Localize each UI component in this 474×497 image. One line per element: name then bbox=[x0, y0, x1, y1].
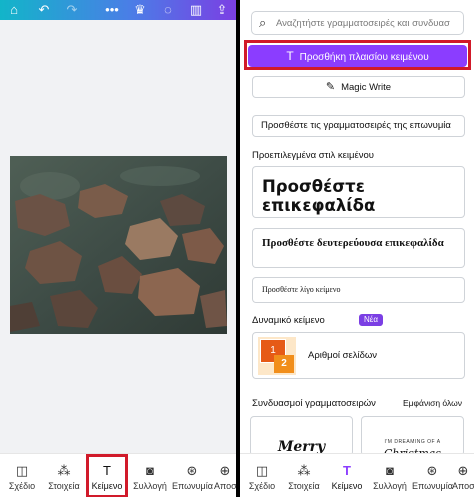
camera-icon: ◙ bbox=[386, 463, 394, 478]
font-search-box[interactable]: ⌕ bbox=[251, 11, 464, 35]
text-icon: T bbox=[103, 463, 111, 478]
right-bottom-nav: ◫ Σχέδιο ⁂ Στοιχεία T Κείμενο ◙ Συλλογή … bbox=[240, 453, 474, 497]
apps-icon: ⊕ bbox=[219, 463, 231, 478]
font-search-input[interactable] bbox=[276, 15, 461, 31]
nav-gallery[interactable]: ◙ Συλλογή bbox=[370, 454, 410, 497]
page-numbers-card[interactable]: 1 2 Αριθμοί σελίδων bbox=[252, 332, 465, 379]
redo-icon[interactable]: ↷ bbox=[64, 2, 80, 18]
chart-icon[interactable]: ▥ bbox=[188, 2, 204, 18]
brand-icon: ⊛ bbox=[186, 463, 198, 478]
elements-icon: ⁂ bbox=[297, 463, 311, 478]
nav-elements[interactable]: ⁂ Στοιχεία bbox=[44, 454, 84, 497]
nav-apps[interactable]: ⊕ Αποστ bbox=[452, 454, 474, 497]
nav-design[interactable]: ◫ Σχέδιο bbox=[2, 454, 42, 497]
left-bottom-nav: ◫ Σχέδιο ⁂ Στοιχεία T Κείμενο ◙ Συλλογή … bbox=[0, 453, 236, 497]
nav-brand[interactable]: ⊛ Επωνυμία bbox=[412, 454, 453, 497]
page-numbers-label: Αριθμοί σελίδων bbox=[308, 350, 378, 361]
font-combos-title: Συνδυασμοί γραμματοσειρών bbox=[252, 398, 376, 409]
nav-text[interactable]: T Κείμενο bbox=[86, 454, 128, 497]
editor-toolbar: ⌂ ↶ ↷ ••• ♛ ◌ ▥ ⇪ bbox=[0, 0, 236, 20]
body-style-card[interactable]: Προσθέστε λίγο κείμενο bbox=[252, 277, 465, 303]
combo-small-text: I'M DREAMING OF A bbox=[384, 439, 441, 445]
more-icon[interactable]: ••• bbox=[104, 2, 120, 18]
font-combo-card[interactable]: Merry bbox=[250, 416, 353, 456]
left-editor-screen: ⌂ ↶ ↷ ••• ♛ ◌ ▥ ⇪ ◫ Σχέδιο ⁂ Στοιχεία T … bbox=[0, 0, 236, 497]
text-icon: T bbox=[343, 463, 351, 478]
nav-design[interactable]: ◫ Σχέδιο bbox=[242, 454, 282, 497]
subheading-style-card[interactable]: Προσθέστε δευτερεύουσα επικεφαλίδα bbox=[252, 228, 465, 268]
design-icon: ◫ bbox=[255, 463, 269, 478]
page-number-two: 2 bbox=[274, 355, 294, 373]
add-brand-fonts-button[interactable]: Προσθέστε τις γραμματοσειρές της επωνυμί… bbox=[252, 115, 465, 137]
text-icon: T bbox=[286, 49, 294, 63]
comment-icon[interactable]: ◌ bbox=[160, 2, 176, 18]
search-icon: ⌕ bbox=[259, 15, 267, 30]
brand-icon: ⊛ bbox=[426, 463, 438, 478]
page-numbers-thumbnail: 1 2 bbox=[258, 337, 296, 375]
rocks-image bbox=[10, 156, 227, 334]
nav-apps[interactable]: ⊕ Αποσ bbox=[214, 454, 236, 497]
show-all-link[interactable]: Εμφάνιση όλων bbox=[403, 398, 462, 408]
dynamic-text-title: Δυναμικό κείμενο bbox=[252, 315, 325, 326]
right-text-panel-screen: ⌕ TΠροσθήκη πλαισίου κειμένου ✎Magic Wri… bbox=[238, 0, 474, 497]
design-icon: ◫ bbox=[15, 463, 29, 478]
camera-icon: ◙ bbox=[146, 463, 154, 478]
nav-elements[interactable]: ⁂ Στοιχεία bbox=[284, 454, 324, 497]
font-combo-card[interactable]: I'M DREAMING OF A Christmas bbox=[361, 416, 464, 456]
nav-text[interactable]: T Κείμενο bbox=[326, 454, 368, 497]
undo-icon[interactable]: ↶ bbox=[36, 2, 52, 18]
elements-icon: ⁂ bbox=[57, 463, 71, 478]
design-canvas[interactable] bbox=[0, 20, 236, 454]
default-styles-title: Προεπιλεγμένα στιλ κειμένου bbox=[252, 150, 374, 161]
share-icon[interactable]: ⇪ bbox=[214, 2, 230, 18]
nav-gallery[interactable]: ◙ Συλλογή bbox=[130, 454, 170, 497]
add-textbox-button[interactable]: T Προσθήκη πλαισίου κειμένου bbox=[248, 45, 467, 67]
rocks-photo[interactable] bbox=[10, 156, 227, 334]
apps-icon: ⊕ bbox=[457, 463, 469, 478]
magic-wand-icon: ✎ bbox=[325, 81, 336, 93]
heading-style-card[interactable]: Προσθέστε επικεφαλίδα bbox=[252, 166, 465, 218]
crown-icon[interactable]: ♛ bbox=[132, 2, 148, 18]
home-icon[interactable]: ⌂ bbox=[6, 2, 22, 18]
nav-brand[interactable]: ⊛ Επωνυμία bbox=[172, 454, 213, 497]
magic-write-button[interactable]: ✎ Magic Write bbox=[252, 76, 465, 98]
new-badge: Νέα bbox=[359, 314, 383, 326]
